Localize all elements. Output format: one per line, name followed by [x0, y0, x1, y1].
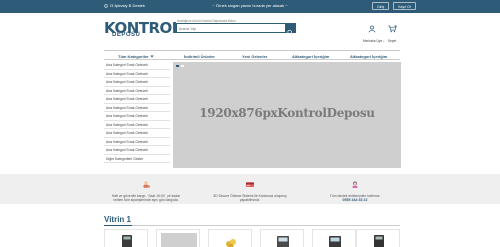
- product-card[interactable]: [312, 229, 356, 247]
- slider-dots: [176, 65, 184, 67]
- nav-subcategory-1[interactable]: Altkategori İçeriğim: [292, 54, 329, 59]
- slider-dot[interactable]: [181, 65, 184, 67]
- nav-new-arrivals[interactable]: Yeni Gelenler: [242, 54, 267, 59]
- sidebar-category-item[interactable]: Ana Kategori Sıralı Gelecek: [104, 70, 170, 78]
- section-title-vitrin: Vitrin 1: [104, 215, 131, 224]
- search-input[interactable]: [177, 24, 285, 33]
- product-card[interactable]: [208, 229, 252, 247]
- sidebar-category-item[interactable]: Ana Kategori Sıralı Gelecek: [104, 104, 170, 112]
- info-support: Tüm destek ekibimizden hattımız: 0555 44…: [305, 176, 405, 202]
- delivery-icon: [143, 181, 150, 188]
- cart-count: 0: [395, 26, 396, 28]
- section-divider-accent: [104, 224, 132, 226]
- slider-dot-active[interactable]: [176, 65, 179, 67]
- product-image-calculator: [122, 235, 132, 247]
- sidebar-category-item[interactable]: Ana Kategori Sıralı Gelecek: [104, 95, 170, 104]
- product-image-device: [329, 236, 341, 247]
- nav-all-categories[interactable]: Tüm Kategoriler: [118, 54, 154, 59]
- logo-sub-text: DEPOSU: [112, 32, 141, 38]
- hero-slider[interactable]: 1920x876pxKontrolDeposu: [173, 62, 401, 168]
- search-box: [176, 23, 296, 35]
- top-bar: İ3 İşlevsiy B Destek ~ Örnek slogan yazı…: [0, 0, 500, 13]
- login-button[interactable]: Giriş: [372, 2, 390, 10]
- nav-subcategory-2[interactable]: Altkategori İçeriğim: [350, 54, 387, 59]
- cart-button[interactable]: 0 Sepet: [384, 20, 400, 43]
- account-label: Merhaba Üye ↓: [363, 39, 385, 43]
- product-card[interactable]: [356, 229, 400, 247]
- search-icon: [287, 29, 293, 35]
- info-shipping: Hafi ve güvenilir kargo . Saat 15:00 ' y…: [96, 176, 196, 202]
- chevron-down-icon: [150, 55, 154, 58]
- sidebar-category-item[interactable]: Ana Kategori Sıralı Gelecek: [104, 121, 170, 129]
- top-bar-left: İ3 İşlevsiy B Destek: [104, 3, 145, 8]
- support-phone[interactable]: 0555 444 33 22: [305, 198, 405, 202]
- support-agent-icon: [352, 181, 358, 188]
- product-image-device: [277, 236, 289, 247]
- info-icon: [104, 3, 108, 8]
- site-logo[interactable]: KONTROL DEPOSU: [104, 19, 181, 39]
- credit-card-icon: [246, 182, 254, 187]
- register-button[interactable]: Kayıt Ol: [393, 2, 416, 10]
- category-sidebar: Ana Kategori Sıralı Gelecek Ana Kategori…: [104, 61, 170, 163]
- product-image-placeholder: [161, 233, 197, 247]
- section-divider: [104, 224, 400, 226]
- sidebar-category-item[interactable]: Ana Kategori Sıralı Gelecek: [104, 138, 170, 146]
- cart-icon: 0: [387, 25, 397, 33]
- sidebar-category-item[interactable]: Ana Kategori Sıralı Gelecek: [104, 146, 170, 155]
- slider-placeholder-text: 1920x876pxKontrolDeposu: [199, 106, 375, 120]
- product-image-calculator: [374, 235, 384, 247]
- account-menu[interactable]: Merhaba Üye ↓: [363, 20, 385, 43]
- info-secure-line2: yapabilirsiniz.: [239, 198, 261, 203]
- product-card[interactable]: [260, 229, 304, 247]
- product-card[interactable]: [104, 229, 148, 247]
- info-secure-payment: 3D Secure Ödeme Sistemi ile Kartanıza ol…: [200, 176, 300, 202]
- search-button[interactable]: [285, 24, 295, 35]
- nav-all-categories-label: Tüm Kategoriler: [118, 53, 149, 59]
- product-row: [104, 229, 400, 247]
- slogan-text: ~ Örnek slogan yazısı burada yer alacak …: [212, 3, 288, 8]
- cart-label: Sepet: [387, 39, 397, 43]
- info-shipping-line2: verilen tüm siparişlerinde aynı gün karg…: [113, 198, 179, 203]
- main-nav: Tüm Kategoriler İndirimli Ürünler Yeni G…: [104, 50, 400, 60]
- info-band: Hafi ve güvenilir kargo . Saat 15:00 ' y…: [0, 174, 500, 204]
- nav-discounted[interactable]: İndirimli Ürünler: [184, 54, 215, 59]
- sidebar-category-item[interactable]: Ana Kategori Sıralı Gelecek: [104, 129, 170, 138]
- top-bar-left-label[interactable]: İ3 İşlevsiy B Destek: [110, 3, 145, 8]
- sidebar-category-item[interactable]: Ana Kategori Sıralı Gelecek: [104, 87, 170, 95]
- top-bar-auth: Giriş Kayıt Ol: [372, 2, 416, 10]
- product-card[interactable]: [156, 229, 200, 247]
- user-icon: [368, 25, 376, 33]
- sidebar-show-more[interactable]: Diğer Kategorileri Göster: [104, 155, 170, 163]
- sidebar-category-item[interactable]: Ana Kategori Sıralı Gelecek: [104, 112, 170, 121]
- sidebar-category-item[interactable]: Ana Kategori Sıralı Gelecek: [104, 78, 170, 87]
- sidebar-category-item[interactable]: Ana Kategori Sıralı Gelecek: [104, 61, 170, 70]
- product-image-coins: [226, 239, 236, 247]
